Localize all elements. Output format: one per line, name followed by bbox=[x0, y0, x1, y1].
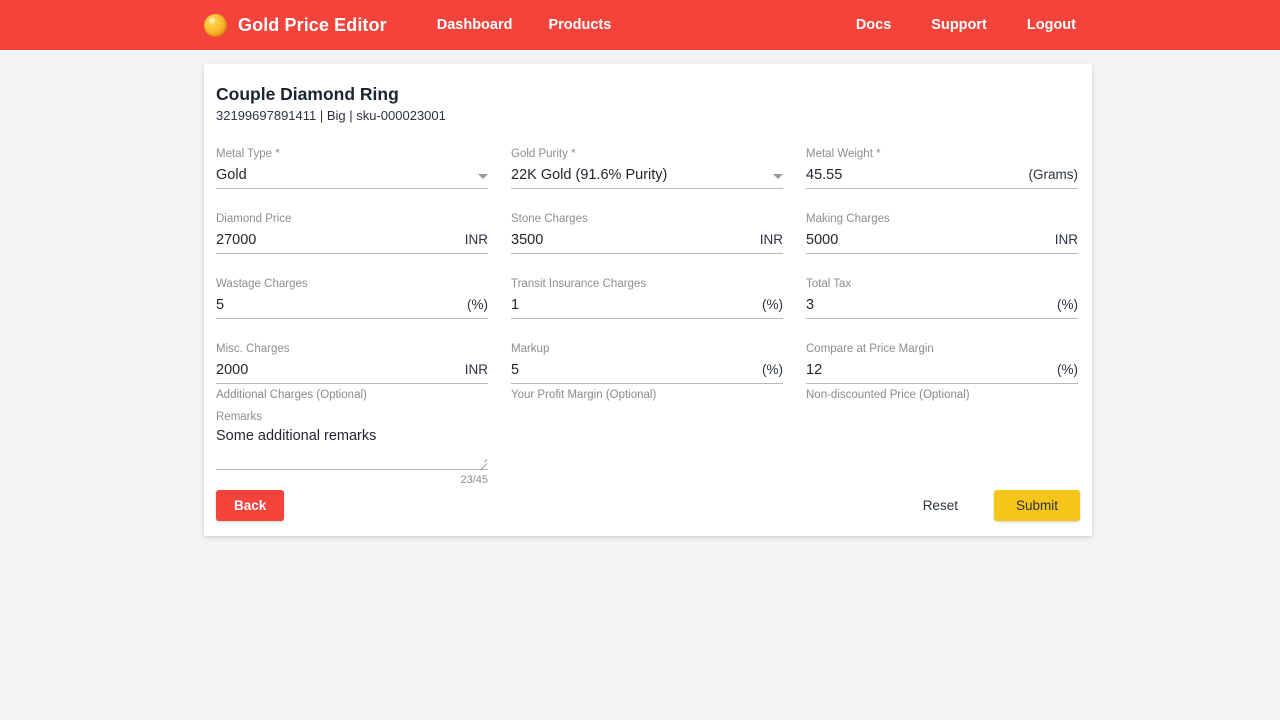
remarks-character-counter: 23/45 bbox=[460, 474, 488, 486]
transit-insurance-charges-input[interactable]: 1 (%) bbox=[511, 294, 783, 319]
diamond-price-value[interactable]: 27000 bbox=[216, 229, 459, 251]
nav-link-docs[interactable]: Docs bbox=[856, 17, 891, 33]
stone-charges-value[interactable]: 3500 bbox=[511, 229, 754, 251]
nav-link-products[interactable]: Products bbox=[548, 17, 611, 33]
gold-purity-value[interactable]: 22K Gold (91.6% Purity) bbox=[511, 164, 767, 186]
misc-charges-unit: INR bbox=[464, 362, 488, 377]
metal-type-value[interactable]: Gold bbox=[216, 164, 472, 186]
markup-input[interactable]: 5 (%) bbox=[511, 359, 783, 384]
nav-link-support[interactable]: Support bbox=[931, 17, 987, 33]
footer-actions: Reset Submit bbox=[913, 490, 1080, 521]
compare-at-price-margin-value[interactable]: 12 bbox=[806, 359, 1051, 381]
making-charges-input[interactable]: 5000 INR bbox=[806, 229, 1078, 254]
nav-link-logout[interactable]: Logout bbox=[1027, 17, 1076, 33]
nav-link-dashboard[interactable]: Dashboard bbox=[437, 17, 513, 33]
brand-name: Gold Price Editor bbox=[238, 14, 387, 35]
field-markup: Markup 5 (%) Your Profit Margin (Optiona… bbox=[511, 332, 783, 412]
reset-button[interactable]: Reset bbox=[913, 490, 968, 521]
chevron-down-icon[interactable] bbox=[478, 173, 488, 179]
field-wastage-charges: Wastage Charges 5 (%) bbox=[216, 267, 488, 332]
metal-weight-unit: (Grams) bbox=[1028, 167, 1079, 182]
form-row-1: Metal Type * Gold Gold Purity * 22K Gold… bbox=[216, 137, 1080, 202]
card-footer: Back Reset Submit bbox=[216, 490, 1080, 521]
field-compare-at-price-margin: Compare at Price Margin 12 (%) Non-disco… bbox=[806, 332, 1078, 412]
field-label-remarks: Remarks bbox=[216, 411, 263, 423]
product-identifiers: 32199697891411 | Big | sku-000023001 bbox=[216, 108, 446, 123]
compare-at-price-margin-unit: (%) bbox=[1057, 362, 1078, 377]
making-charges-value[interactable]: 5000 bbox=[806, 229, 1049, 251]
field-label-metal-type: Metal Type * bbox=[216, 148, 280, 160]
field-label-total-tax: Total Tax bbox=[806, 278, 852, 290]
field-label-wastage-charges: Wastage Charges bbox=[216, 278, 308, 290]
field-metal-type: Metal Type * Gold bbox=[216, 137, 488, 202]
resize-handle-icon[interactable] bbox=[478, 457, 488, 471]
field-label-making-charges: Making Charges bbox=[806, 213, 890, 225]
field-making-charges: Making Charges 5000 INR bbox=[806, 202, 1078, 267]
field-label-misc-charges: Misc. Charges bbox=[216, 343, 290, 355]
gold-nugget-icon bbox=[204, 13, 227, 37]
metal-weight-value[interactable]: 45.55 bbox=[806, 164, 1023, 186]
field-label-compare-at-price-margin: Compare at Price Margin bbox=[806, 343, 934, 355]
making-charges-unit: INR bbox=[1054, 232, 1078, 247]
wastage-charges-value[interactable]: 5 bbox=[216, 294, 461, 316]
field-label-stone-charges: Stone Charges bbox=[511, 213, 588, 225]
top-navigation-bar: Gold Price Editor Dashboard Products Doc… bbox=[0, 0, 1280, 50]
total-tax-unit: (%) bbox=[1057, 297, 1078, 312]
compare-at-price-margin-hint: Non-discounted Price (Optional) bbox=[806, 389, 970, 401]
wastage-charges-unit: (%) bbox=[467, 297, 488, 312]
field-label-gold-purity: Gold Purity * bbox=[511, 148, 576, 160]
secondary-nav: Docs Support Logout bbox=[856, 17, 1076, 33]
field-gold-purity: Gold Purity * 22K Gold (91.6% Purity) bbox=[511, 137, 783, 202]
form-row-4: Misc. Charges 2000 INR Additional Charge… bbox=[216, 332, 1080, 412]
transit-insurance-charges-value[interactable]: 1 bbox=[511, 294, 756, 316]
misc-charges-hint: Additional Charges (Optional) bbox=[216, 389, 367, 401]
field-stone-charges: Stone Charges 3500 INR bbox=[511, 202, 783, 267]
primary-nav: Dashboard Products bbox=[437, 17, 612, 33]
misc-charges-input[interactable]: 2000 INR bbox=[216, 359, 488, 384]
markup-hint: Your Profit Margin (Optional) bbox=[511, 389, 657, 401]
field-metal-weight: Metal Weight * 45.55 (Grams) bbox=[806, 137, 1078, 202]
stone-charges-unit: INR bbox=[759, 232, 783, 247]
brand[interactable]: Gold Price Editor bbox=[204, 13, 387, 37]
product-price-editor-card: Couple Diamond Ring 32199697891411 | Big… bbox=[204, 64, 1092, 536]
field-misc-charges: Misc. Charges 2000 INR Additional Charge… bbox=[216, 332, 488, 412]
total-tax-input[interactable]: 3 (%) bbox=[806, 294, 1078, 319]
markup-unit: (%) bbox=[762, 362, 783, 377]
metal-type-select[interactable]: Gold bbox=[216, 164, 488, 189]
field-transit-insurance-charges: Transit Insurance Charges 1 (%) bbox=[511, 267, 783, 332]
diamond-price-unit: INR bbox=[464, 232, 488, 247]
field-label-markup: Markup bbox=[511, 343, 550, 355]
card-header: Couple Diamond Ring 32199697891411 | Big… bbox=[216, 84, 1080, 123]
compare-at-price-margin-input[interactable]: 12 (%) bbox=[806, 359, 1078, 384]
chevron-down-icon[interactable] bbox=[773, 173, 783, 179]
total-tax-value[interactable]: 3 bbox=[806, 294, 1051, 316]
field-label-diamond-price: Diamond Price bbox=[216, 213, 292, 225]
field-diamond-price: Diamond Price 27000 INR bbox=[216, 202, 488, 267]
markup-value[interactable]: 5 bbox=[511, 359, 756, 381]
form-row-2: Diamond Price 27000 INR Stone Charges 35… bbox=[216, 202, 1080, 267]
field-label-transit-insurance-charges: Transit Insurance Charges bbox=[511, 278, 647, 290]
misc-charges-value[interactable]: 2000 bbox=[216, 359, 459, 381]
wastage-charges-input[interactable]: 5 (%) bbox=[216, 294, 488, 319]
diamond-price-input[interactable]: 27000 INR bbox=[216, 229, 488, 254]
transit-insurance-charges-unit: (%) bbox=[762, 297, 783, 312]
submit-button[interactable]: Submit bbox=[993, 490, 1080, 521]
form-row-3: Wastage Charges 5 (%) Transit Insurance … bbox=[216, 267, 1080, 332]
metal-weight-input[interactable]: 45.55 (Grams) bbox=[806, 164, 1078, 189]
field-label-metal-weight: Metal Weight * bbox=[806, 148, 881, 160]
page-title: Couple Diamond Ring bbox=[216, 84, 399, 104]
stone-charges-input[interactable]: 3500 INR bbox=[511, 229, 783, 254]
back-button[interactable]: Back bbox=[216, 490, 285, 521]
remarks-value[interactable]: Some additional remarks bbox=[216, 426, 488, 468]
field-total-tax: Total Tax 3 (%) bbox=[806, 267, 1078, 332]
remarks-textarea[interactable]: Some additional remarks bbox=[216, 426, 488, 471]
gold-purity-select[interactable]: 22K Gold (91.6% Purity) bbox=[511, 164, 783, 189]
field-remarks: Remarks Some additional remarks 23/45 bbox=[216, 410, 488, 486]
